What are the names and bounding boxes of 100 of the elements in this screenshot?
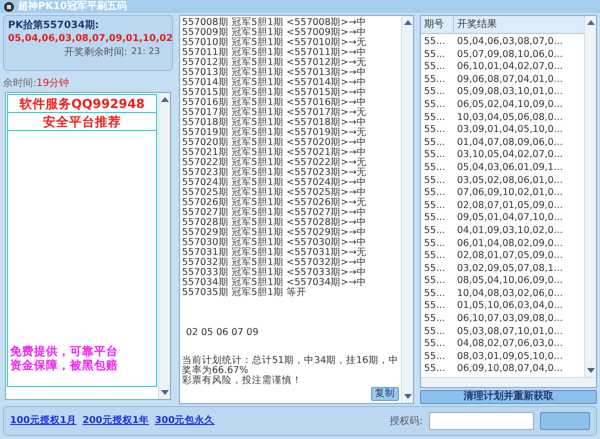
log-line: 557014期 冠军5胆1期 <557014期>→中	[182, 78, 368, 88]
table-cell-text: 55...	[423, 262, 446, 276]
log-line: 557032期 冠军5胆1期 <557032期>→中	[182, 258, 368, 268]
log-line: 557027期 冠军5胆1期 <557027期>→中	[182, 208, 368, 218]
table-cell-text: 03,05,02,08,06,01,0...	[456, 174, 564, 188]
scroll-up-icon[interactable]	[404, 19, 412, 25]
license-link[interactable]: 300元包永久	[154, 414, 215, 428]
table-cell-text: 06,09,10,08,07,04,0...	[456, 363, 564, 376]
license-link[interactable]: 100元授权1月	[10, 414, 76, 428]
window-title: 超神PK10冠军平刷五码	[18, 2, 127, 12]
remaining-label: 开奖剩余时间:	[64, 46, 128, 59]
log-line: 557028期 冠军5胆1期 <557028期>→中	[182, 218, 368, 228]
stats-text: 当前计划统计：总计51期，中34期，挂16期，中奖率为66.67%	[182, 356, 399, 376]
table-cell-text: 55...	[423, 61, 446, 74]
log-line: 557013期 冠军5胆1期 <557013期>→中	[182, 68, 368, 78]
scrollbar[interactable]	[401, 16, 413, 403]
table-cell-text: 08,03,01,09,05,10,0...	[456, 350, 564, 364]
table-cell-text: 55...	[423, 200, 446, 212]
app-icon	[4, 2, 14, 12]
horizontal-scrollbar[interactable]	[421, 377, 596, 387]
table-cell-text: 55...	[423, 48, 446, 62]
picks-text: 02 05 06 07 09	[186, 328, 260, 338]
time-value: 19分钟	[36, 76, 70, 90]
table-cell-text: 55...	[423, 288, 446, 300]
table-cell-text: 01,05,10,06,03,04,0...	[456, 300, 564, 314]
table-cell-text: 55...	[423, 250, 446, 263]
table-cell-text: 55...	[423, 224, 446, 238]
table-cell-text: 06,01,04,08,02,09,0...	[456, 238, 564, 250]
log-line: 557030期 冠军5胆1期 <557030期>→中	[182, 238, 368, 248]
table-cell-text: 55...	[423, 162, 446, 175]
ad-headline: 安全平台推荐	[8, 113, 156, 131]
table-cell-text: 08,05,04,10,06,09,0...	[456, 275, 564, 288]
scroll-down-icon[interactable]	[160, 390, 168, 396]
table-cell-text: 55...	[423, 212, 446, 225]
table-cell-text: 55...	[423, 86, 446, 99]
log-line: 557034期 冠军5胆1期 <557034期>→中	[182, 278, 368, 288]
log-line: 557008期 冠军5胆1期 <557008期>→中	[182, 18, 368, 28]
table-cell-text: 05,04,06,03,08,07,0...	[456, 36, 564, 49]
table-cell-text: 05,09,08,03,10,01,0...	[456, 86, 564, 99]
table-cell-text: 55...	[423, 112, 446, 124]
promo-text: 免费提供，可靠平台	[9, 344, 119, 358]
table-cell-text: 03,02,09,05,07,08,1...	[456, 262, 564, 276]
copy-button[interactable]: 复制	[371, 387, 399, 401]
refresh-button[interactable]: 清理计划并重新获取	[420, 390, 597, 404]
table-cell-text: 55...	[423, 326, 446, 338]
table-cell-text: 55...	[423, 338, 446, 351]
log-line: 557025期 冠军5胆1期 <557025期>→中	[182, 188, 368, 198]
table-cell-text: 09,06,08,07,04,01,0...	[456, 74, 564, 86]
scroll-down-icon[interactable]	[586, 368, 594, 374]
table-cell-text: 55...	[423, 74, 446, 86]
table-cell-text: 55...	[423, 149, 446, 162]
auth-code-label: 授权码:	[390, 414, 423, 428]
table-cell-text: 02,08,07,01,05,09,0...	[456, 200, 564, 212]
table-cell-text: 55...	[423, 313, 446, 326]
issue-label: PK拾第557034期:	[8, 19, 100, 32]
scroll-up-icon[interactable]	[160, 96, 168, 102]
table-cell-text: 55...	[423, 36, 446, 49]
scrollbar[interactable]	[158, 93, 170, 399]
table-cell-text: 03,10,05,04,02,07,0...	[456, 149, 564, 162]
table-cell-text: 55...	[423, 98, 446, 112]
table-cell-text: 55...	[423, 174, 446, 188]
table-cell-text: 02,08,01,07,05,09,0...	[456, 250, 564, 263]
log-line: 557010期 冠军5胆1期 <557010期>→无	[182, 38, 368, 48]
log-line: 557031期 冠军5胆1期 <557031期>→无	[182, 248, 368, 258]
log-line: 557033期 冠军5胆1期 <557033期>→中	[182, 268, 368, 278]
promo-text: 资金保障，被黑包赔	[9, 358, 119, 372]
log-line: 557023期 冠军5胆1期 <557023期>→无	[182, 168, 368, 178]
table-cell-text: 04,01,09,03,10,02,0...	[456, 224, 564, 238]
log-line: 557020期 冠军5胆1期 <557020期>→中	[182, 138, 368, 148]
table-cell-text: 05,03,08,07,10,01,0...	[456, 326, 564, 338]
log-line: 557029期 冠军5胆1期 <557029期>→中	[182, 228, 368, 238]
log-line: 557011期 冠军5胆1期 <557011期>→中	[182, 48, 368, 58]
log-line: 557035期 冠军5胆1期 等开	[182, 288, 308, 298]
table-cell-text: 06,05,02,04,10,09,0...	[456, 98, 564, 112]
remaining-value: 21: 23	[131, 46, 160, 59]
risk-warning: 彩票有风险，投注需谨慎！	[182, 376, 303, 386]
log-line: 557015期 冠军5胆1期 <557015期>→中	[182, 88, 368, 98]
table-cell-text: 55...	[423, 275, 446, 288]
auth-code-field[interactable]	[429, 412, 534, 430]
log-line: 557009期 冠军5胆1期 <557009期>→中	[182, 28, 368, 38]
time-label: 余时间:	[3, 76, 36, 90]
scrollbar[interactable]	[584, 16, 596, 377]
log-line: 557016期 冠军5胆1期 <557016期>→中	[182, 98, 368, 108]
log-line: 557021期 冠军5胆1期 <557021期>→中	[182, 148, 368, 158]
table-cell-text: 07,06,09,10,02,01,0...	[456, 187, 564, 200]
license-link[interactable]: 200元授权1年	[82, 414, 149, 428]
ad-headline: 软件服务QQ992948	[8, 95, 156, 113]
column-header[interactable]: 期号	[421, 16, 454, 33]
log-line: 557018期 冠军5胆1期 <557018期>→中	[182, 118, 368, 128]
table-cell-text: 55...	[423, 363, 446, 376]
table-cell-text: 55...	[423, 124, 446, 137]
column-header[interactable]: 开奖结果	[454, 16, 584, 33]
log-line: 557026期 冠军5胆1期 <557026期>→无	[182, 198, 368, 208]
scroll-up-icon[interactable]	[586, 19, 594, 25]
log-line: 557012期 冠军5胆1期 <557012期>→无	[182, 58, 368, 68]
table-cell-text: 55...	[423, 350, 446, 364]
table-cell-text: 03,09,01,04,05,10,0...	[456, 124, 564, 137]
scroll-down-icon[interactable]	[404, 394, 412, 400]
table-cell-text: 06,10,01,04,02,07,0...	[456, 61, 564, 74]
table-cell-text: 06,10,07,03,09,08,0...	[456, 313, 564, 326]
